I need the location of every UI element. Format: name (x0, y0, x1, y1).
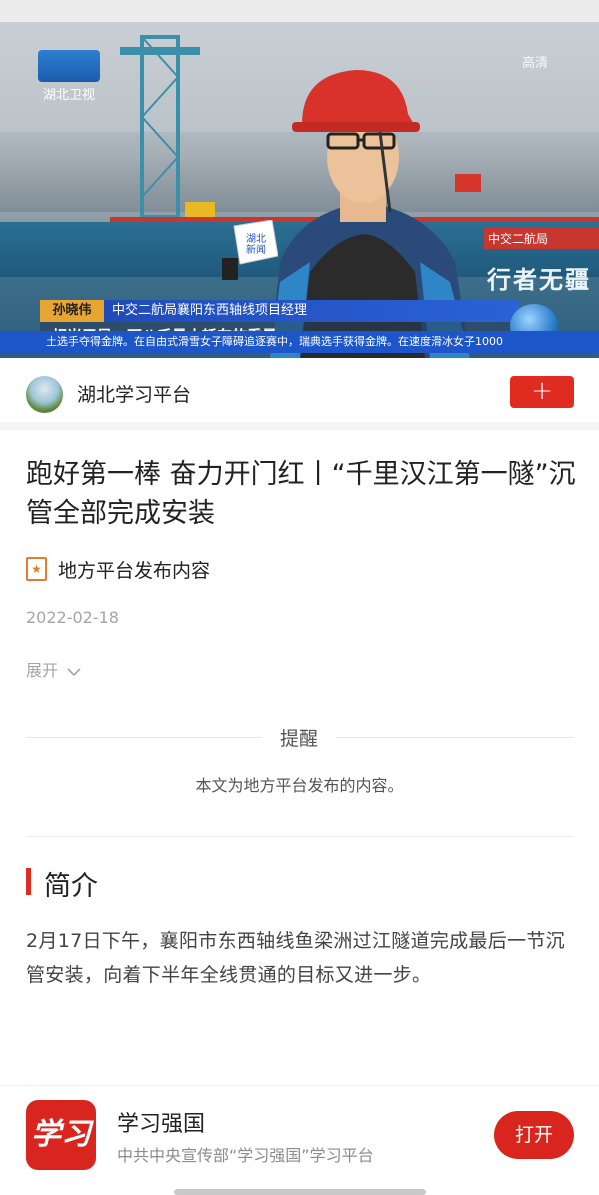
open-app-button[interactable]: 打开 (494, 1111, 574, 1159)
home-indicator (174, 1189, 426, 1195)
app-name: 学习强国 (117, 1112, 206, 1137)
notice-body: 本文为地方平台发布的内容。 (195, 776, 404, 795)
publish-date: 2022-02-18 (26, 608, 119, 627)
summary-heading: 简介 (44, 871, 98, 902)
section-divider (26, 836, 574, 837)
chevron-down-icon (67, 667, 81, 676)
wall-slogan: 行者无疆 (487, 266, 591, 294)
expand-toggle[interactable]: 展开 (26, 657, 81, 681)
top-strip (0, 0, 599, 22)
app-description: 中共中央宣传部“学习强国”学习平台 (117, 1146, 374, 1165)
corner-badge: 高清 (522, 56, 549, 71)
plus-icon: + (531, 376, 553, 406)
interviewee-title: 中交二航局襄阳东西轴线项目经理 (112, 303, 308, 318)
crane-graphic (120, 35, 200, 217)
lower-third: 孙晓伟 中交二航局襄阳东西轴线项目经理 (40, 300, 520, 322)
follow-button[interactable]: + (510, 376, 574, 408)
notice-title: 提醒 (279, 728, 318, 750)
source-name[interactable]: 湖北学习平台 (77, 380, 191, 407)
source-header: 湖北学习平台 + (0, 358, 599, 430)
mic-label: 湖北新闻 (246, 234, 266, 256)
origin-label: 地方平台发布内容 (58, 560, 211, 582)
interviewee-name: 孙晓伟 (40, 300, 104, 322)
divider-right (336, 737, 574, 738)
channel-logo: 湖北卫视 (38, 50, 100, 103)
section-accent-bar (26, 868, 31, 895)
xuexi-app-icon: 学习 (26, 1100, 96, 1170)
wall-sign: 中交二航局 (484, 227, 599, 249)
app-download-banner: 学习 学习强国 中共中央宣传部“学习强国”学习平台 打开 (0, 1085, 599, 1195)
source-avatar[interactable] (26, 376, 63, 413)
video-player[interactable]: 中交二航局 行者无疆 湖北新闻 湖北卫视 高清 孙晓伟 中交二航局襄阳东西轴线项… (0, 22, 599, 358)
summary-text: 2月17日下午，襄阳市东西轴线鱼梁洲过江隧道完成最后一节沉管安装，向着下半年全线… (26, 930, 565, 986)
news-ticker: 土选手夺得金牌。在自由式滑雪女子障碍追逐赛中，瑞典选手获得金牌。在速度滑冰女子1… (0, 331, 599, 353)
divider-left (26, 737, 262, 738)
local-platform-icon: ★ (26, 557, 47, 581)
article-title: 跑好第一棒 奋力开门红丨“千里汉江第一隧”沉管全部完成安装 (26, 459, 576, 529)
expand-label: 展开 (26, 661, 59, 680)
